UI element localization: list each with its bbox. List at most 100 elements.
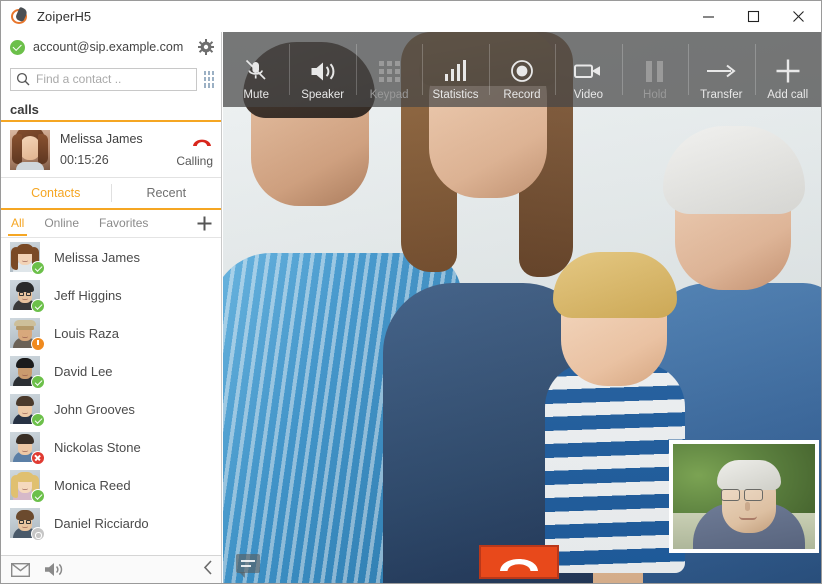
avatar [10, 280, 40, 310]
status-badge [31, 489, 45, 503]
call-control-toolbar: Mute Speaker Keypad Statistics Record Vi… [223, 32, 821, 107]
search-row [1, 62, 221, 96]
video-camera-icon [574, 54, 602, 88]
app-title: ZoiperH5 [37, 9, 91, 24]
list-item[interactable]: John Grooves [1, 390, 221, 428]
record-circle-icon [510, 54, 534, 88]
list-item[interactable]: Nickolas Stone [1, 428, 221, 466]
toolbar-button-label: Mute [243, 89, 269, 101]
filter-favorites[interactable]: Favorites [98, 212, 149, 235]
toolbar-button-label: Add call [767, 89, 808, 101]
status-badge [31, 527, 45, 541]
zoiper-logo-icon [9, 6, 31, 28]
dialpad-grid-icon [379, 54, 400, 88]
speaker-icon[interactable] [44, 562, 64, 577]
sidebar: account@sip.example.com [1, 32, 222, 583]
tab-recent-label: Recent [146, 186, 186, 200]
list-item[interactable]: David Lee [1, 352, 221, 390]
filter-all[interactable]: All [10, 212, 25, 235]
avatar [10, 432, 40, 462]
calls-section-header: calls [1, 96, 221, 120]
filter-favorites-label: Favorites [99, 216, 148, 230]
chat-bubble-icon[interactable] [236, 554, 260, 573]
dialpad-grid-icon[interactable] [204, 71, 214, 88]
envelope-icon[interactable] [11, 563, 30, 577]
title-bar: ZoiperH5 [1, 1, 821, 32]
account-name: account@sip.example.com [33, 40, 183, 54]
chevron-left-icon[interactable] [203, 560, 213, 579]
video-call-panel: Mute Speaker Keypad Statistics Record Vi… [223, 32, 821, 583]
search-box[interactable] [10, 68, 197, 91]
toolbar-button-keypad: Keypad [356, 32, 422, 107]
avatar [10, 356, 40, 386]
plus-icon[interactable] [194, 214, 214, 234]
avatar [10, 242, 40, 272]
window-controls [686, 1, 821, 32]
toolbar-button-add-call[interactable]: Add call [755, 32, 821, 107]
gear-icon[interactable] [197, 38, 215, 56]
maximize-icon[interactable] [731, 1, 776, 32]
contact-name: Jeff Higgins [54, 288, 122, 303]
toolbar-button-label: Statistics [433, 89, 479, 101]
toolbar-button-hold: Hold [622, 32, 688, 107]
bar-chart-icon [445, 54, 467, 88]
toolbar-button-video[interactable]: Video [555, 32, 621, 107]
toolbar-button-statistics[interactable]: Statistics [422, 32, 488, 107]
tab-recent[interactable]: Recent [112, 178, 222, 208]
pause-icon [646, 54, 663, 88]
toolbar-button-record[interactable]: Record [489, 32, 555, 107]
status-badge [31, 413, 45, 427]
status-badge [31, 299, 45, 313]
local-video-preview[interactable] [669, 440, 819, 553]
hangup-button[interactable] [479, 545, 559, 579]
list-item[interactable]: Louis Raza [1, 314, 221, 352]
plus-icon [775, 54, 801, 88]
active-call-name: Melissa James [60, 132, 176, 146]
filter-online-label: Online [44, 216, 79, 230]
toolbar-button-speaker[interactable]: Speaker [289, 32, 355, 107]
contact-name: Louis Raza [54, 326, 119, 341]
tab-contacts[interactable]: Contacts [1, 178, 111, 208]
avatar [10, 318, 40, 348]
toolbar-button-label: Hold [643, 89, 667, 101]
filter-online[interactable]: Online [43, 212, 80, 235]
contact-name: David Lee [54, 364, 113, 379]
zoiper-application-window: ZoiperH5 account@sip.example.com [0, 0, 822, 584]
status-online-icon [10, 40, 25, 55]
avatar [10, 470, 40, 500]
toolbar-button-label: Video [574, 89, 603, 101]
avatar [10, 394, 40, 424]
toolbar-button-label: Record [503, 89, 540, 101]
list-item[interactable]: Jeff Higgins [1, 276, 221, 314]
arrow-right-icon [706, 54, 736, 88]
toolbar-button-label: Speaker [301, 89, 344, 101]
search-input[interactable] [36, 72, 191, 86]
list-item[interactable]: Melissa James [1, 238, 221, 276]
avatar [10, 130, 50, 170]
account-row[interactable]: account@sip.example.com [1, 32, 221, 62]
microphone-muted-icon [245, 54, 267, 88]
hangup-icon[interactable] [191, 134, 213, 146]
contact-name: John Grooves [54, 402, 135, 417]
status-badge [31, 337, 45, 351]
list-item[interactable]: Monica Reed [1, 466, 221, 504]
contact-name: Melissa James [54, 250, 140, 265]
sidebar-bottom-bar [1, 555, 221, 583]
contact-name: Daniel Ricciardo [54, 516, 149, 531]
contact-name: Monica Reed [54, 478, 131, 493]
list-item[interactable]: Daniel Ricciardo [1, 504, 221, 542]
search-icon [16, 72, 30, 86]
filter-all-label: All [11, 216, 24, 230]
toolbar-button-label: Keypad [370, 89, 409, 101]
status-badge [31, 261, 45, 275]
minimize-icon[interactable] [686, 1, 731, 32]
close-icon[interactable] [776, 1, 821, 32]
tab-contacts-label: Contacts [31, 186, 80, 200]
status-badge [31, 451, 45, 465]
toolbar-button-mute[interactable]: Mute [223, 32, 289, 107]
avatar [10, 508, 40, 538]
active-call-row[interactable]: Melissa James 00:15:26 Calling [1, 120, 221, 178]
contact-filter-row: All Online Favorites [1, 210, 221, 238]
toolbar-button-transfer[interactable]: Transfer [688, 32, 754, 107]
contact-list[interactable]: Melissa James Jeff Higgins Louis Raza Da… [1, 238, 221, 555]
